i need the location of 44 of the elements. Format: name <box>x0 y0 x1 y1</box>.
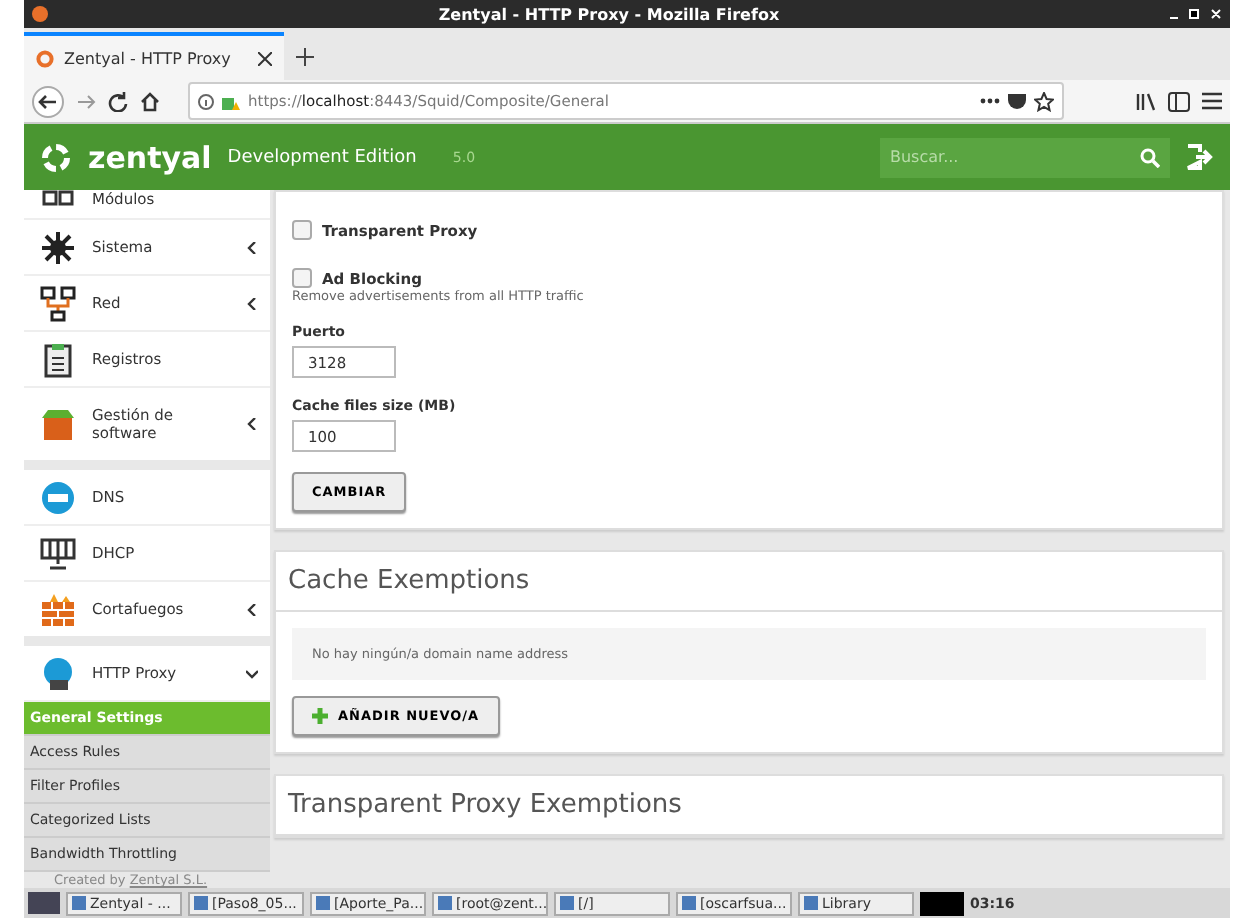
plus-icon <box>312 708 328 724</box>
more-icon[interactable] <box>980 98 1000 104</box>
module-icon <box>40 341 76 377</box>
chevron-icon <box>246 603 258 615</box>
checkbox[interactable] <box>292 220 312 240</box>
section-title: Cache Exemptions <box>276 552 1222 612</box>
chevron-icon <box>246 241 258 253</box>
module-icon <box>40 479 76 515</box>
chevron-icon <box>246 667 258 679</box>
module-icon <box>40 229 76 265</box>
zentyal-logo-icon <box>40 141 72 173</box>
menu-icon[interactable] <box>1202 92 1222 110</box>
window-controls-icon[interactable] <box>1170 8 1222 20</box>
module-icon <box>40 535 76 571</box>
reload-icon[interactable] <box>108 91 128 111</box>
pocket-icon[interactable] <box>1008 92 1026 110</box>
module-icon <box>40 285 76 321</box>
brand-name: zentyal <box>88 139 212 175</box>
chevron-icon <box>246 418 258 430</box>
library-icon[interactable] <box>1136 91 1156 111</box>
module-icon <box>40 655 76 691</box>
module-icon <box>40 190 76 210</box>
info-icon[interactable] <box>198 93 214 109</box>
module-icon <box>40 591 76 627</box>
monitor-icon <box>920 891 964 915</box>
zentyal-icon <box>36 49 54 67</box>
sidebar-icon[interactable] <box>1168 91 1190 111</box>
plus-icon[interactable] <box>295 47 313 65</box>
checkbox[interactable] <box>292 268 312 288</box>
close-icon[interactable] <box>258 51 272 65</box>
browser-tab[interactable]: Zentyal - HTTP Proxy <box>24 32 284 80</box>
edition-label: Development Edition <box>227 147 417 167</box>
chevron-icon <box>246 297 258 309</box>
back-icon[interactable] <box>32 85 64 117</box>
module-icon <box>40 406 76 442</box>
firefox-icon <box>32 6 48 22</box>
logout-icon[interactable] <box>1186 144 1214 170</box>
lock-warning-icon[interactable] <box>222 92 240 110</box>
search-icon[interactable] <box>1140 147 1160 167</box>
section-title: Transparent Proxy Exemptions <box>276 776 1222 836</box>
window-title: Zentyal - HTTP Proxy - Mozilla Firefox <box>436 5 782 23</box>
home-icon[interactable] <box>140 91 160 111</box>
forward-icon[interactable] <box>76 91 96 111</box>
star-icon[interactable] <box>1034 91 1054 111</box>
